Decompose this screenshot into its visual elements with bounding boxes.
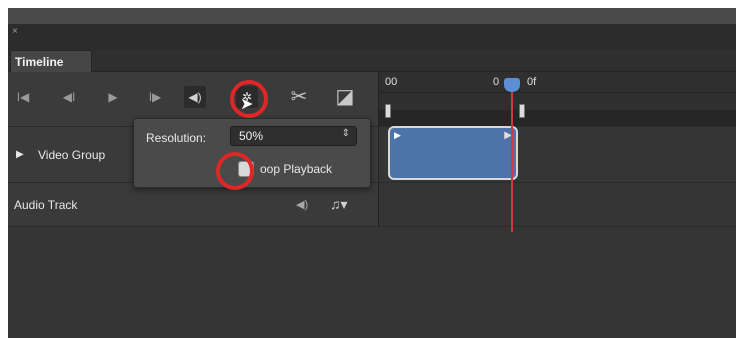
resolution-label: Resolution: [146, 131, 207, 145]
audio-track-lane[interactable] [378, 182, 736, 226]
work-area-start-handle[interactable] [385, 104, 391, 118]
work-area-end-handle[interactable] [519, 104, 525, 118]
annotation-ring-checkbox [216, 152, 254, 190]
previous-frame-icon[interactable]: ◀I [58, 86, 80, 108]
mouse-pointer-icon: ➤ [240, 96, 254, 113]
play-icon[interactable]: ▶ [102, 86, 124, 108]
ruler-divider [379, 92, 736, 93]
next-frame-icon[interactable]: I▶ [144, 86, 166, 108]
resolution-select[interactable]: 50% ⇕ [230, 126, 357, 146]
timeline-empty-area [8, 226, 736, 338]
mute-audio-icon[interactable]: ◀) [184, 86, 206, 108]
clip-start-icon[interactable]: ▶ [394, 130, 401, 141]
top-bar [8, 8, 736, 24]
video-clip[interactable]: ▶ ▶ [388, 126, 518, 180]
playhead-handle[interactable] [504, 78, 520, 92]
work-area-bar[interactable] [379, 110, 736, 126]
timeline-window: × Timeline I◀ ◀I ▶ I▶ ◀) ✲ ✂ ◪ 00 0 0f ▶… [8, 8, 736, 338]
expand-video-group-icon[interactable]: ▶ [16, 149, 24, 160]
ruler-frame-label: 0f [527, 76, 537, 88]
video-group-label: Video Group [38, 148, 106, 162]
transition-icon[interactable]: ◪ [334, 86, 356, 108]
panel-header-bar [8, 24, 736, 50]
resolution-value: 50% [239, 129, 264, 143]
audio-track-label: Audio Track [14, 198, 78, 212]
panel-tab-strip: Timeline [8, 50, 736, 72]
loop-playback-label[interactable]: oop Playback [260, 162, 332, 176]
playhead-line [511, 92, 513, 232]
tab-timeline[interactable]: Timeline [10, 50, 92, 72]
select-arrows-icon: ⇕ [341, 128, 350, 139]
split-at-playhead-scissors-icon[interactable]: ✂ [288, 86, 310, 108]
close-icon[interactable]: × [12, 26, 18, 37]
go-to-first-frame-icon[interactable]: I◀ [12, 86, 34, 108]
audio-track-music-icon[interactable]: ♫▾ [330, 196, 348, 213]
audio-track-row[interactable]: Audio Track ◀) ♫▾ [8, 182, 378, 226]
ruler-start-label: 00 [385, 76, 398, 88]
ruler-playhead-label: 0 [493, 76, 500, 88]
time-ruler[interactable]: 00 0 0f [378, 72, 736, 126]
audio-track-volume-icon[interactable]: ◀) [296, 198, 308, 211]
